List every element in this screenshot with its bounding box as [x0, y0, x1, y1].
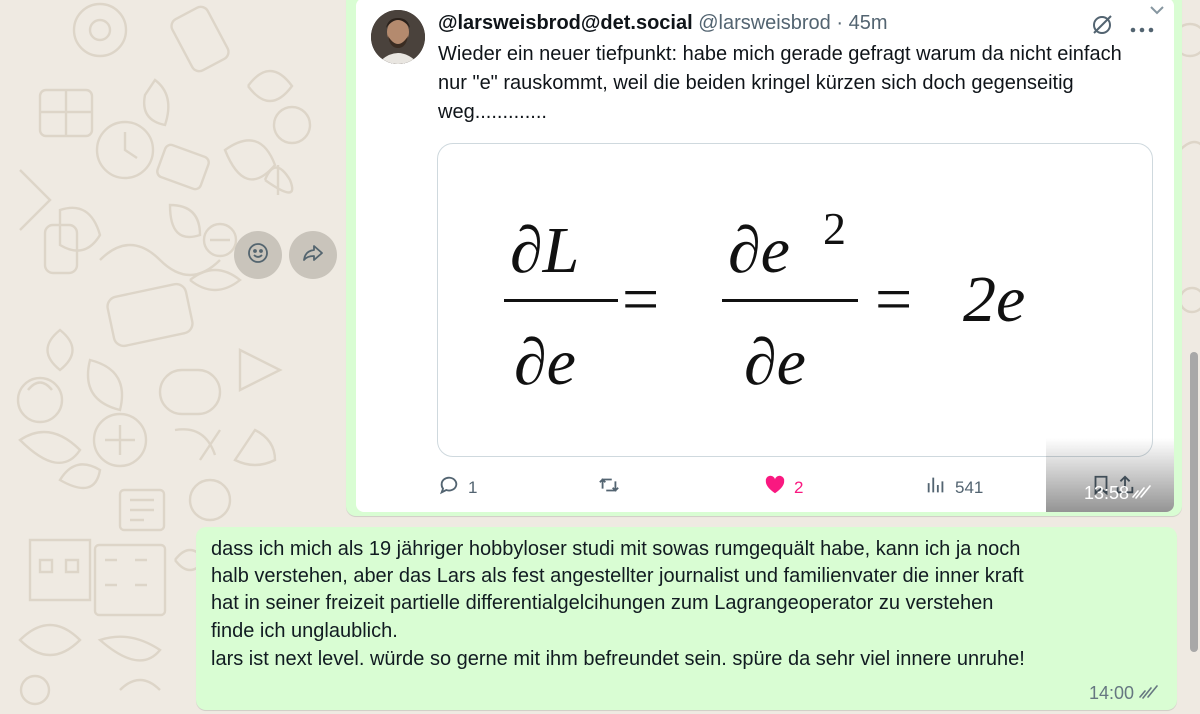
tweet-author-handle: @larsweisbrod — [698, 12, 831, 34]
formula-result: 2e — [963, 263, 1025, 336]
double-check-icon — [1139, 683, 1161, 704]
formula-denominator-2: ∂e — [744, 326, 806, 399]
message-line-3: hat in seiner freizeit partielle differe… — [211, 592, 994, 614]
grok-icon — [1089, 12, 1115, 38]
message-menu-button[interactable] — [1142, 0, 1172, 24]
image-message-time: 13:58 — [1084, 483, 1130, 503]
message-line-4: finde ich unglaublich. — [211, 620, 398, 642]
forward-icon — [301, 241, 325, 270]
reply-bubble-icon — [438, 474, 460, 501]
tweet-text: Wieder ein neuer tiefpunkt: habe mich ge… — [438, 43, 1122, 123]
retweet-icon — [598, 474, 620, 501]
formula-image: ∂L ∂e = ∂e 2 ∂e = 2e — [437, 143, 1153, 457]
heart-icon — [764, 474, 786, 501]
formula-exponent: 2 — [823, 203, 846, 254]
formula-numerator-1: ∂L — [510, 214, 579, 287]
bar-chart-icon — [925, 474, 947, 501]
fraction-bar-1 — [504, 299, 618, 302]
message-line-2: halb verstehen, aber das Lars als fest a… — [211, 565, 1024, 587]
image-message-meta: 13:58 — [1084, 483, 1154, 504]
forward-button[interactable] — [289, 231, 337, 279]
tweet-author-name: @larsweisbrod@det.social — [438, 12, 693, 34]
double-check-icon — [1132, 483, 1154, 504]
tweet-separator: · — [836, 12, 844, 34]
message-line-5: lars ist next level. würde so gerne mit … — [211, 648, 1025, 670]
message-line-1: dass ich mich als 19 jähriger hobbyloser… — [211, 538, 1021, 560]
reply-action[interactable]: 1 — [438, 474, 477, 501]
formula-numerator-2: ∂e — [728, 214, 790, 287]
emoji-reaction-button[interactable] — [234, 231, 282, 279]
text-message-time: 14:00 — [1088, 683, 1134, 703]
fraction-bar-2 — [722, 299, 858, 302]
formula-equals-2: = — [875, 263, 912, 336]
smiley-icon — [246, 241, 270, 270]
reply-count: 1 — [468, 477, 478, 497]
views-action[interactable]: 541 — [925, 474, 983, 501]
formula-denominator-1: ∂e — [514, 326, 576, 399]
view-count: 541 — [955, 477, 984, 497]
chat-scrollbar[interactable] — [1190, 352, 1198, 652]
like-action[interactable]: 2 — [764, 474, 803, 501]
tweet-age: 45m — [848, 12, 888, 34]
chevron-down-icon — [1150, 2, 1164, 20]
formula-equals-1: = — [622, 263, 659, 336]
tweet-screenshot-image[interactable]: @larsweisbrod@det.social @larsweisbrod ·… — [356, 0, 1174, 512]
like-count: 2 — [794, 477, 804, 497]
retweet-action[interactable] — [598, 474, 620, 501]
text-message-bubble[interactable]: dass ich mich als 19 jähriger hobbyloser… — [196, 527, 1177, 710]
tweet-header: @larsweisbrod@det.social @larsweisbrod ·… — [438, 10, 887, 36]
avatar — [371, 10, 425, 64]
text-message-meta: 14:00 — [1089, 683, 1161, 704]
